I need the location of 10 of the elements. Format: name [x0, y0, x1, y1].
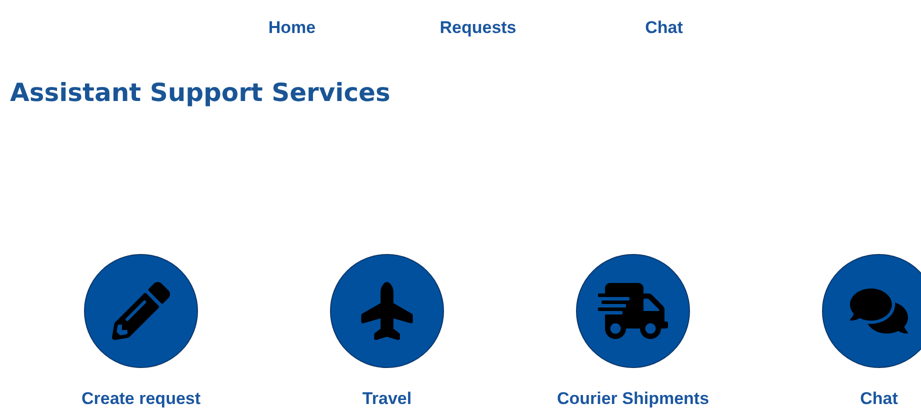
service-link[interactable]: Create request	[81, 389, 201, 409]
nav-link[interactable]: Requests	[385, 16, 571, 40]
service-link[interactable]: Chat	[860, 389, 898, 409]
service-link[interactable]: Courier Shipments	[556, 389, 710, 409]
service-link[interactable]: Travel	[362, 389, 412, 409]
nav-link[interactable]: Home	[199, 16, 385, 40]
nav-link[interactable]: Chat	[571, 16, 757, 40]
airplane-icon	[358, 282, 416, 340]
page-title: Assistant Support Services	[10, 78, 390, 108]
pencil-icon	[112, 282, 170, 340]
